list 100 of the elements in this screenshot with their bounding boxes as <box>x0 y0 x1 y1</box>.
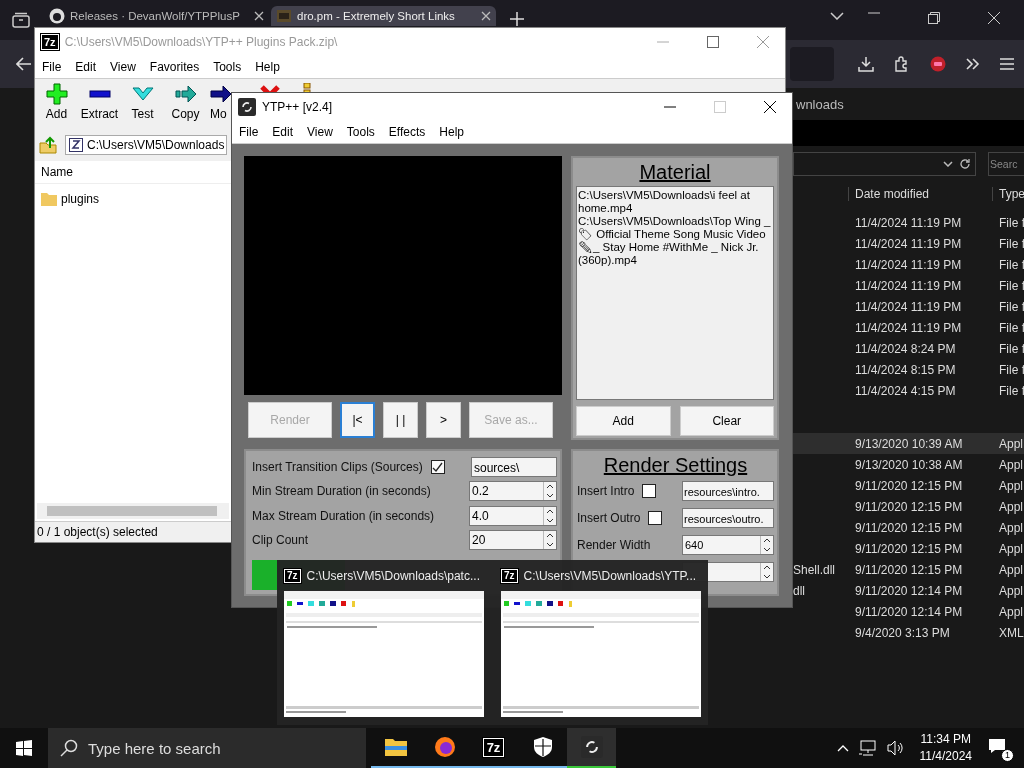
refresh-icon[interactable] <box>959 158 971 170</box>
column-header[interactable]: Name <box>41 165 73 179</box>
date-cell-text: 9/11/2020 12:14 PM <box>855 583 964 598</box>
control-button[interactable]: | | <box>383 402 418 438</box>
close-tab-icon[interactable] <box>254 11 264 21</box>
tab-list-icon[interactable] <box>12 12 30 28</box>
column-header[interactable]: Date modified <box>848 187 999 201</box>
spinner-icon[interactable] <box>543 506 556 525</box>
text-field[interactable]: resources\intro. <box>682 480 774 501</box>
file-row[interactable]: 9/11/2020 12:14 PM Appl <box>793 601 1024 622</box>
windows-logo-icon[interactable] <box>16 740 32 756</box>
number-field[interactable]: 640 <box>682 534 774 555</box>
chevron-down-icon[interactable] <box>830 12 844 20</box>
setting-label: Min Stream Duration (in seconds) <box>252 484 431 499</box>
number-field[interactable]: 0.2 <box>469 481 557 502</box>
number-field[interactable]: 20 <box>469 530 557 550</box>
file-row[interactable]: 9/4/2020 3:13 PM XML <box>793 622 1024 643</box>
double-chevron-icon[interactable] <box>966 58 980 70</box>
restore-icon[interactable] <box>928 12 940 24</box>
menu-item[interactable]: File <box>232 125 266 139</box>
taskbar-app[interactable] <box>567 728 616 768</box>
search-field[interactable]: Searc <box>988 152 1024 176</box>
file-row[interactable]: 9/11/2020 12:15 PM Appl <box>793 517 1024 538</box>
maximize-icon[interactable] <box>707 36 719 48</box>
type-cell: Appl <box>999 520 1024 535</box>
spinner-icon[interactable] <box>760 535 773 554</box>
material-list[interactable]: C:\Users\VM5\Downloads\i feel at home.mp4 C:\Users\VM5\Downloads\Top Wing _ 🏷 Official Theme Song Music Video ✏_ Stay Home #WithMe _ Nick Jr. (360p).mp4 <box>576 186 774 400</box>
address-field[interactable] <box>793 152 976 176</box>
menu-item[interactable]: Favorites <box>142 60 207 74</box>
menu-item[interactable]: Effects <box>381 125 433 139</box>
text-field[interactable]: sources\ <box>471 457 557 478</box>
folder-up-icon[interactable] <box>39 136 57 154</box>
material-button[interactable]: Clear <box>679 406 774 436</box>
toolbar-button[interactable]: Extract <box>78 83 121 121</box>
taskbar-search-field[interactable]: Type here to search <box>48 728 366 768</box>
folder-row[interactable]: plugins <box>35 188 141 210</box>
folder-icon <box>41 192 57 206</box>
volume-icon[interactable] <box>886 740 905 756</box>
download-icon[interactable] <box>858 56 874 72</box>
delete-icon[interactable] <box>260 85 280 93</box>
date-cell-text: 11/4/2024 4:15 PM <box>855 383 957 398</box>
close-icon[interactable] <box>764 101 776 113</box>
clock-date[interactable]: 11/4/2024 <box>919 748 972 765</box>
menu-item[interactable]: View <box>103 60 143 74</box>
browser-tab[interactable]: Releases · DevanWolf/YTPPlusP <box>44 6 269 26</box>
file-row[interactable]: 9/13/2020 10:39 AM Appl <box>793 433 1024 454</box>
close-tab-icon[interactable] <box>481 11 491 21</box>
menu-icon[interactable] <box>1000 58 1014 70</box>
breadcrumb[interactable]: wnloads <box>796 96 844 112</box>
file-row[interactable]: Shell.dll 9/11/2020 12:15 PM Appl <box>793 559 1024 580</box>
file-row[interactable]: 9/11/2020 12:15 PM Appl <box>793 475 1024 496</box>
control-button[interactable]: |< <box>340 402 375 438</box>
menu-item[interactable]: Edit <box>265 125 301 139</box>
file-row[interactable]: dll 9/11/2020 12:14 PM Appl <box>793 580 1024 601</box>
number-field[interactable]: 4.0 <box>469 505 557 526</box>
menu-item[interactable]: Help <box>248 60 287 74</box>
network-icon[interactable] <box>858 740 877 756</box>
file-path[interactable]: C:\Users\VM5\Downloads\i feel at home.mp4 <box>578 189 772 215</box>
type-cell: Appl <box>999 541 1024 556</box>
scrollbar[interactable] <box>37 503 229 519</box>
file-row[interactable]: 9/11/2020 12:15 PM Appl <box>793 538 1024 559</box>
taskbar-app[interactable]: 7z <box>469 728 518 768</box>
file-row[interactable]: 9/13/2020 10:38 AM Appl <box>793 454 1024 475</box>
spinner-icon[interactable] <box>543 482 556 501</box>
date-cell-text: 11/4/2024 8:15 PM <box>855 362 957 377</box>
arrow-right-icon <box>174 83 197 105</box>
checkbox[interactable] <box>642 483 657 498</box>
clock-time[interactable]: 11:34 PM <box>920 731 971 748</box>
chevron-up-icon[interactable] <box>836 744 849 752</box>
menu-item[interactable]: Help <box>432 125 471 139</box>
menu-item[interactable]: Edit <box>68 60 104 74</box>
file-path[interactable]: C:\Users\VM5\Downloads\Top Wing _ 🏷 Official Theme Song Music Video ✏_ Stay Home #WithMe _ Nick Jr. (360p).mp4 <box>578 215 772 267</box>
control-button[interactable]: > <box>426 402 461 438</box>
spinner-icon[interactable] <box>543 531 556 549</box>
window-thumbnail[interactable]: 7z C:\Users\VM5\Downloads\patc... <box>284 567 484 725</box>
column-header[interactable]: Type <box>992 187 1024 201</box>
chevron-down-icon[interactable] <box>943 161 953 167</box>
text-field[interactable]: resources\outro. <box>682 507 774 528</box>
file-row[interactable]: 9/11/2020 12:15 PM Appl <box>793 496 1024 517</box>
checkbox[interactable] <box>648 510 663 525</box>
folder-icon <box>384 738 407 756</box>
path-field[interactable]: C:\Users\VM5\Downloads <box>65 135 227 155</box>
browser-tab[interactable]: dro.pm - Extremely Short Links <box>271 6 496 26</box>
back-arrow-icon[interactable] <box>16 57 32 71</box>
new-tab-icon[interactable] <box>510 12 524 26</box>
spinner-icon[interactable] <box>760 562 773 581</box>
checkbox[interactable] <box>430 460 445 475</box>
window-thumbnail[interactable]: 7z C:\Users\VM5\Downloads\YTP... <box>501 567 701 725</box>
puzzle-icon[interactable] <box>894 56 910 72</box>
date-cell-text: 9/11/2020 12:14 PM <box>855 604 964 619</box>
menu-item[interactable]: Tools <box>206 60 249 74</box>
menu-item[interactable]: Tools <box>339 125 382 139</box>
app-icon: 7z <box>41 34 59 50</box>
toolbar-button[interactable]: Test <box>121 83 164 121</box>
toolbar-button[interactable]: Add <box>35 83 78 121</box>
material-button[interactable]: Add <box>576 406 671 436</box>
menu-item[interactable]: View <box>300 125 340 139</box>
menu-item[interactable]: File <box>35 60 69 74</box>
toolbar-button[interactable]: Mo <box>207 83 232 121</box>
toolbar-button[interactable]: Copy <box>164 83 207 121</box>
